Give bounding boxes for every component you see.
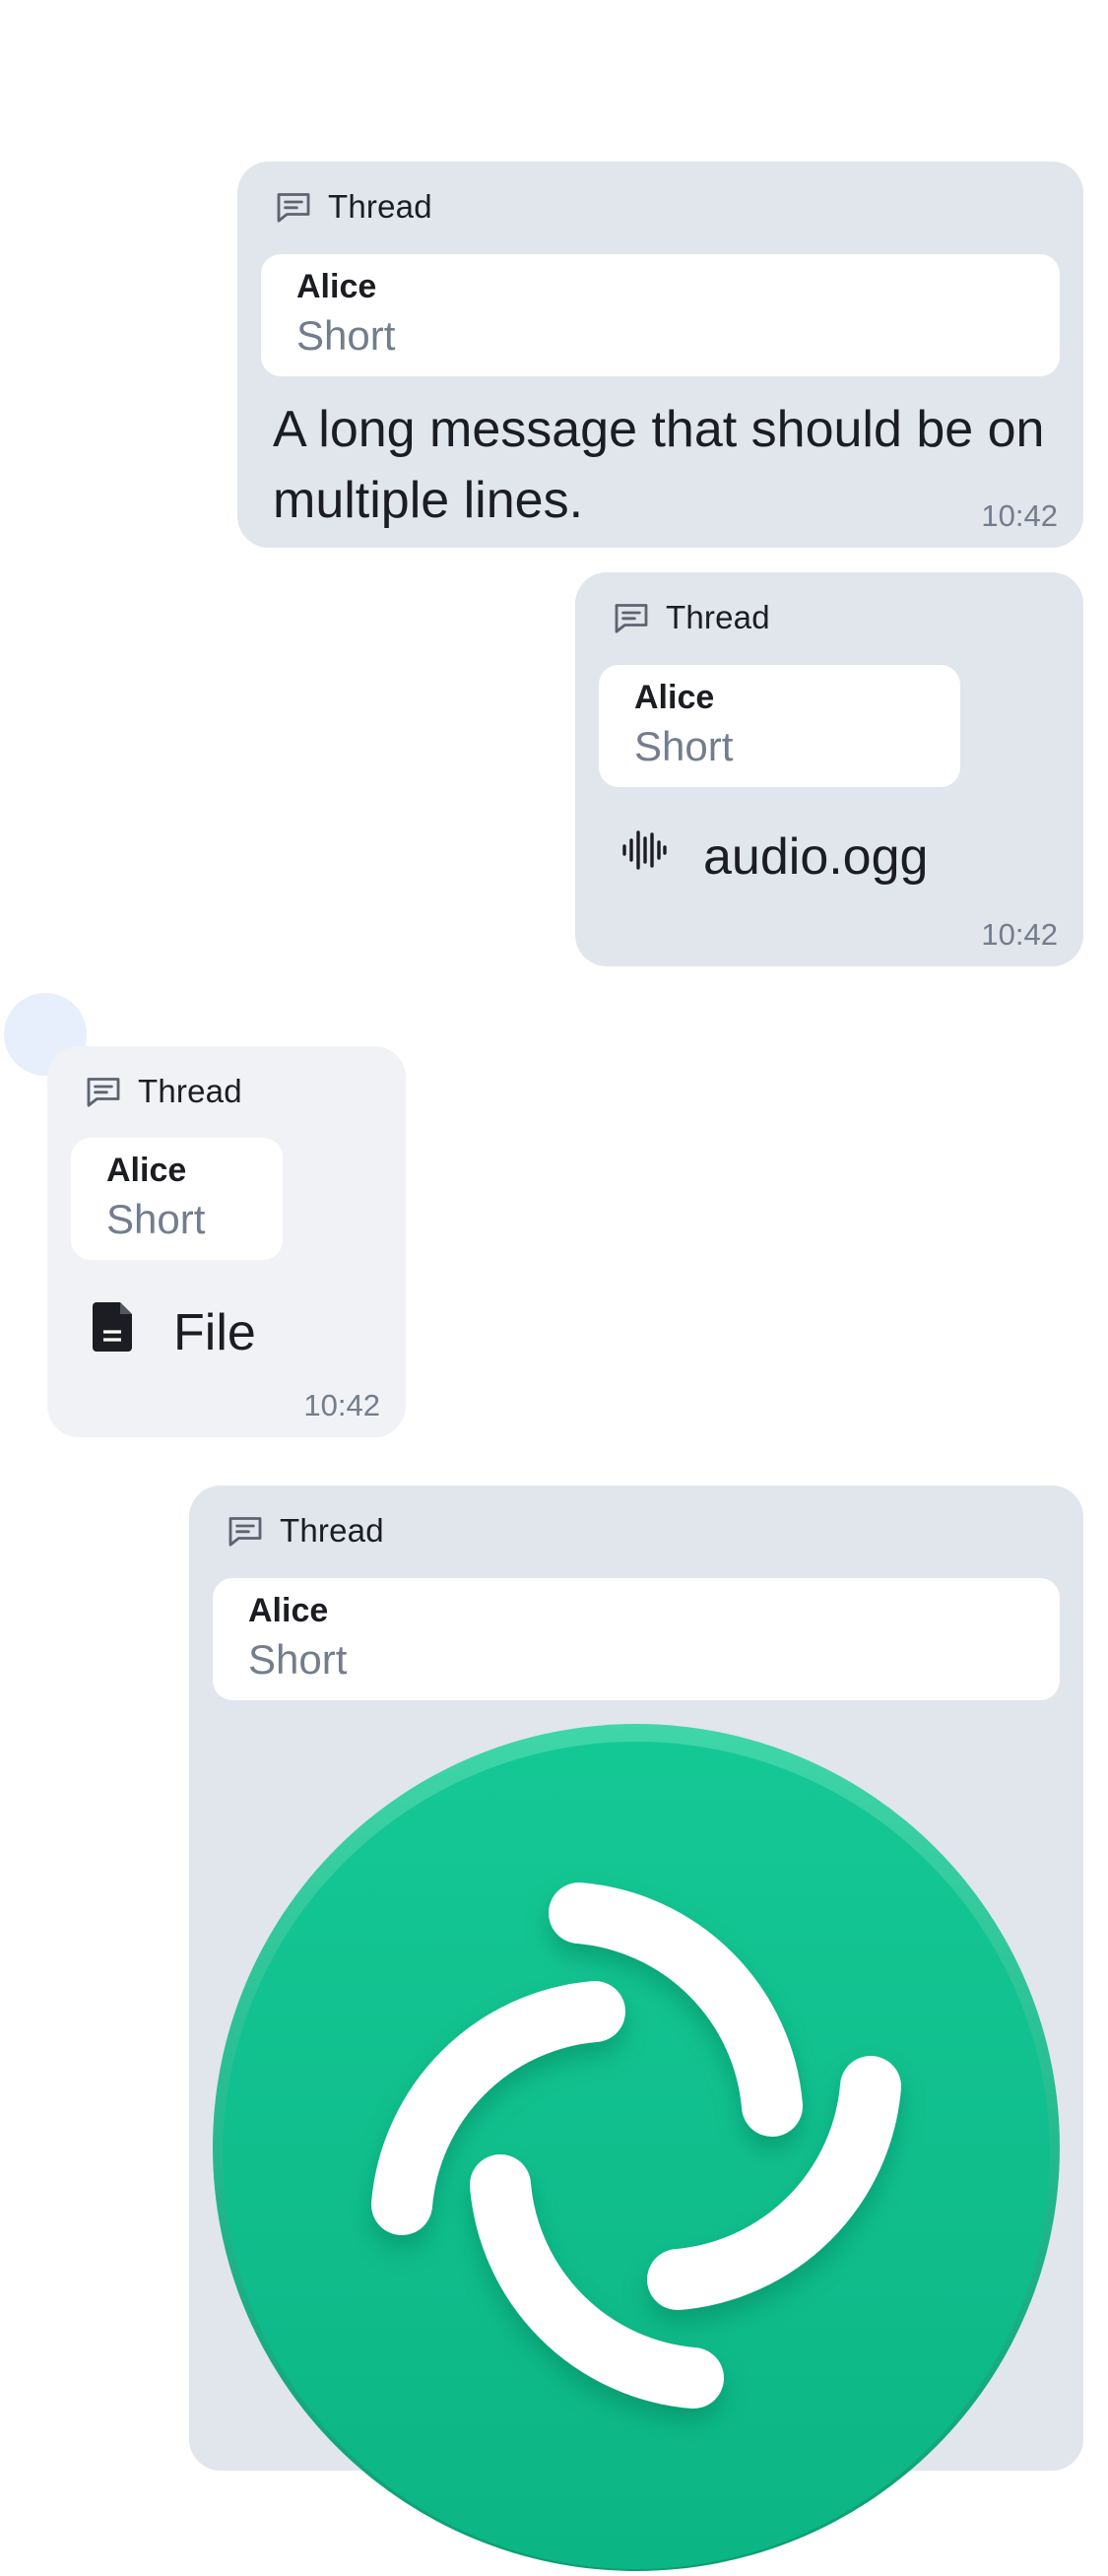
thread-indicator[interactable]: Thread bbox=[273, 187, 432, 227]
thread-icon bbox=[611, 598, 652, 637]
timestamp: 10:42 bbox=[303, 1388, 380, 1422]
thread-icon bbox=[225, 1511, 266, 1551]
message-bubble-2[interactable]: Thread Alice Short audio.ogg 10:42 bbox=[575, 572, 1083, 966]
attachment-name: audio.ogg bbox=[703, 827, 929, 886]
timestamp: 10:42 bbox=[981, 498, 1058, 533]
reply-preview[interactable]: Alice Short bbox=[261, 254, 1060, 376]
thread-label: Thread bbox=[328, 188, 432, 225]
reply-text: Short bbox=[106, 1196, 206, 1242]
timestamp: 10:42 bbox=[981, 917, 1058, 952]
thread-label: Thread bbox=[138, 1073, 242, 1109]
reply-text: Short bbox=[634, 723, 734, 769]
reply-text: Short bbox=[248, 1636, 348, 1683]
message-bubble-4[interactable]: Thread Alice Short bbox=[189, 1486, 1083, 2571]
thread-icon bbox=[83, 1072, 124, 1111]
message-bubble-1[interactable]: Thread Alice Short A long message that s… bbox=[237, 162, 1083, 548]
audio-waveform-icon bbox=[620, 826, 668, 887]
reply-sender: Alice bbox=[106, 1152, 187, 1189]
reply-sender: Alice bbox=[634, 679, 715, 716]
thread-label: Thread bbox=[280, 1512, 384, 1549]
attachment-name: File bbox=[173, 1303, 256, 1361]
thread-icon bbox=[273, 187, 314, 227]
thread-label: Thread bbox=[666, 599, 770, 635]
thread-indicator[interactable]: Thread bbox=[225, 1511, 384, 1551]
document-icon bbox=[91, 1298, 138, 1366]
reply-preview[interactable]: Alice Short bbox=[599, 665, 960, 787]
thread-indicator[interactable]: Thread bbox=[611, 598, 770, 637]
reply-text: Short bbox=[296, 312, 396, 359]
reply-sender: Alice bbox=[248, 1592, 329, 1629]
reply-sender: Alice bbox=[296, 268, 377, 305]
thread-indicator[interactable]: Thread bbox=[83, 1072, 242, 1111]
file-attachment[interactable]: File bbox=[91, 1298, 256, 1366]
reply-preview[interactable]: Alice Short bbox=[71, 1138, 283, 1260]
message-text: A long message that should be on multipl… bbox=[273, 401, 1045, 529]
audio-attachment[interactable]: audio.ogg bbox=[620, 826, 928, 887]
message-bubble-3[interactable]: Thread Alice Short File 10:42 bbox=[47, 1046, 406, 1437]
reply-preview[interactable]: Alice Short bbox=[213, 1578, 1060, 1700]
element-logo-icon bbox=[213, 1724, 1060, 2571]
image-attachment[interactable] bbox=[213, 1724, 1060, 2571]
